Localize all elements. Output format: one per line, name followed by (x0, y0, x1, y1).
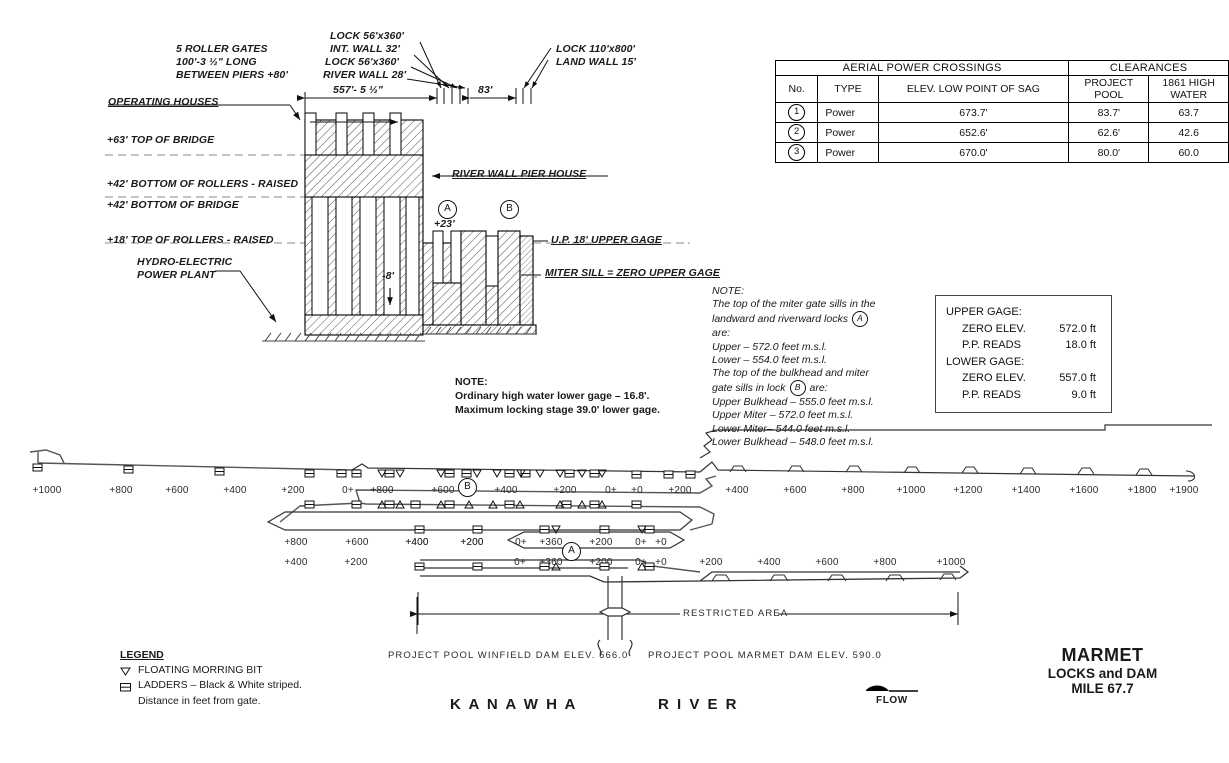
legend-item: FLOATING MORRING BIT (120, 663, 302, 678)
gage-info-box: UPPER GAGE: ZERO ELEV. 572.0 ft P.P. REA… (935, 295, 1112, 413)
gage-upper-zero: ZERO ELEV. 572.0 ft (962, 322, 1096, 335)
table-col-high-water: 1861 HIGH WATER (1148, 75, 1229, 103)
dim-plus-23: +23' (434, 218, 455, 230)
legend-heading: LEGEND (120, 649, 164, 661)
cell-no: 3 (774, 142, 819, 163)
table-col-project-pool: PROJECT POOL (1068, 75, 1150, 103)
restricted-area-label: RESTRICTED AREA (683, 608, 789, 619)
river-label-right: R I V E R (658, 696, 739, 713)
table-row: 1 Power 673.7' 83.7' 63.7 (774, 102, 1229, 123)
note-line-3: are: (712, 327, 731, 340)
elev-bottom-of-bridge: +42' BOTTOM OF BRIDGE (107, 199, 239, 211)
label-up-18-upper-gage: U.P. 18' UPPER GAGE (551, 234, 662, 246)
cell-type: Power (817, 142, 879, 163)
cell-sag: 673.7' (877, 102, 1070, 123)
section-marker-a: A (438, 200, 457, 219)
gage-lower-zero: ZERO ELEV. 557.0 ft (962, 372, 1096, 384)
title-line3: MILE 67.7 (1071, 681, 1134, 696)
cell-project-pool: 83.7' (1068, 102, 1150, 123)
river-label-left: K A N A W H A (450, 696, 578, 713)
callout-int-wall: INT. WALL 32' (330, 43, 400, 55)
cell-type: Power (817, 102, 879, 123)
gage-lower-pp: P.P. READS 9.0 ft (962, 388, 1096, 401)
legend-block: LEGEND FLOATING MORRING BIT LADDERS – Bl… (120, 649, 302, 709)
callout-roller-gates: 5 ROLLER GATES 100'-3 ½" LONG BETWEEN PI… (176, 43, 288, 81)
note-marker-a: A (851, 311, 868, 328)
dim-minus-8: -8' (382, 270, 395, 282)
gage-upper-pp: P.P. READS 18.0 ft (962, 339, 1096, 351)
note-bold-block: NOTE: Ordinary high water lower gage – 1… (455, 376, 660, 416)
note-line-1: The top of the miter gate sills in the (712, 298, 876, 311)
cell-sag: 652.6' (877, 122, 1070, 143)
callout-river-wall-pier-house: RIVER WALL PIER HOUSE (452, 168, 587, 180)
note-line-5: Lower – 554.0 feet m.s.l. (712, 353, 827, 366)
pool-marmet-label: PROJECT POOL MARMET DAM ELEV. 590.0 (648, 650, 882, 661)
label-miter-sill-zero-upper-gage: MITER SILL = ZERO UPPER GAGE (545, 267, 721, 279)
title-block: MARMET LOCKS and DAM MILE 67.7 (1010, 645, 1195, 696)
flow-label: FLOW (876, 695, 908, 706)
note-line-7: gate sills in lock B are: (712, 380, 875, 397)
cell-high-water: 60.0 (1148, 142, 1229, 163)
row-number-badge: 2 (788, 124, 806, 141)
ladder-icon (120, 683, 131, 692)
dim-main-span: 557'- 5 ½" (333, 84, 383, 96)
note-marker-b: B (789, 380, 806, 397)
note-line-8: Upper Bulkhead – 555.0 feet m.s.l. (712, 396, 874, 409)
table-col-no: No. (774, 75, 819, 103)
cell-no: 2 (774, 122, 819, 143)
table-row: 3 Power 670.0' 80.0' 60.0 (774, 142, 1229, 163)
gage-upper-heading: UPPER GAGE: (946, 306, 1022, 318)
title-name: MARMET (1061, 645, 1144, 665)
note-italic-block: NOTE: The top of the miter gate sills in… (712, 285, 875, 449)
callout-lock-upper: LOCK 56'x360' (330, 30, 404, 42)
dim-gap-83: 83' (478, 84, 493, 96)
floating-mooring-bit-icon (120, 667, 131, 676)
table-group-header-clearances: CLEARANCES (1068, 60, 1229, 76)
drawing-canvas: 5 ROLLER GATES 100'-3 ½" LONG BETWEEN PI… (0, 0, 1229, 763)
callout-land-wall: LAND WALL 15' (556, 56, 637, 68)
note-line-9: Upper Miter – 572.0 feet m.s.l. (712, 409, 854, 422)
cell-high-water: 63.7 (1148, 102, 1229, 123)
cell-high-water: 42.6 (1148, 122, 1229, 143)
flow-symbol (866, 685, 918, 692)
elev-bottom-rollers-raised: +42' BOTTOM OF ROLLERS - RAISED (107, 178, 299, 190)
note-line-6: The top of the bulkhead and miter (712, 367, 870, 380)
plan-fixture-glyphs (32, 463, 696, 571)
aerial-power-crossings-table: AERIAL POWER CROSSINGS CLEARANCES No. TY… (774, 60, 1229, 163)
cell-sag: 670.0' (877, 142, 1070, 163)
cell-project-pool: 62.6' (1068, 122, 1150, 143)
elev-top-of-bridge: +63' TOP OF BRIDGE (107, 134, 215, 146)
callout-river-wall: RIVER WALL 28' (323, 69, 407, 81)
note-line-2: landward and riverward locks A (712, 311, 875, 328)
callout-lock-110: LOCK 110'x800' (556, 43, 636, 55)
cell-no: 1 (774, 102, 819, 123)
callout-lock-lower: LOCK 56'x360' (325, 56, 399, 68)
table-row: 2 Power 652.6' 62.6' 42.6 (774, 122, 1229, 143)
callout-hydro-electric: HYDRO-ELECTRIC POWER PLANT (137, 256, 233, 281)
table-group-header-aerial: AERIAL POWER CROSSINGS (774, 60, 1070, 76)
callout-operating-houses: OPERATING HOUSES (108, 96, 219, 108)
row-number-badge: 3 (788, 144, 806, 161)
elev-top-rollers-raised: +18' TOP OF ROLLERS - RAISED (107, 234, 274, 246)
gage-lower-heading: LOWER GAGE: (946, 355, 1025, 368)
note-italic-heading: NOTE: (712, 285, 745, 297)
note-line-10: Lower Miter– 544.0 feet m.s.l. (712, 422, 851, 435)
legend-item-note: Distance in feet from gate. (138, 695, 261, 707)
note-line-4: Upper – 572.0 feet m.s.l. (712, 340, 827, 353)
pool-winfield-label: PROJECT POOL WINFIELD DAM ELEV. 566.0 (388, 650, 629, 661)
title-line2: LOCKS and DAM (1047, 666, 1158, 681)
table-col-type: TYPE (817, 75, 879, 103)
section-marker-b: B (500, 200, 519, 219)
cell-type: Power (817, 122, 879, 143)
cell-project-pool: 80.0' (1068, 142, 1150, 163)
legend-item: LADDERS – Black & White striped. (120, 678, 302, 694)
table-col-sag: ELEV. LOW POINT OF SAG (877, 75, 1070, 103)
row-number-badge: 1 (788, 104, 806, 121)
